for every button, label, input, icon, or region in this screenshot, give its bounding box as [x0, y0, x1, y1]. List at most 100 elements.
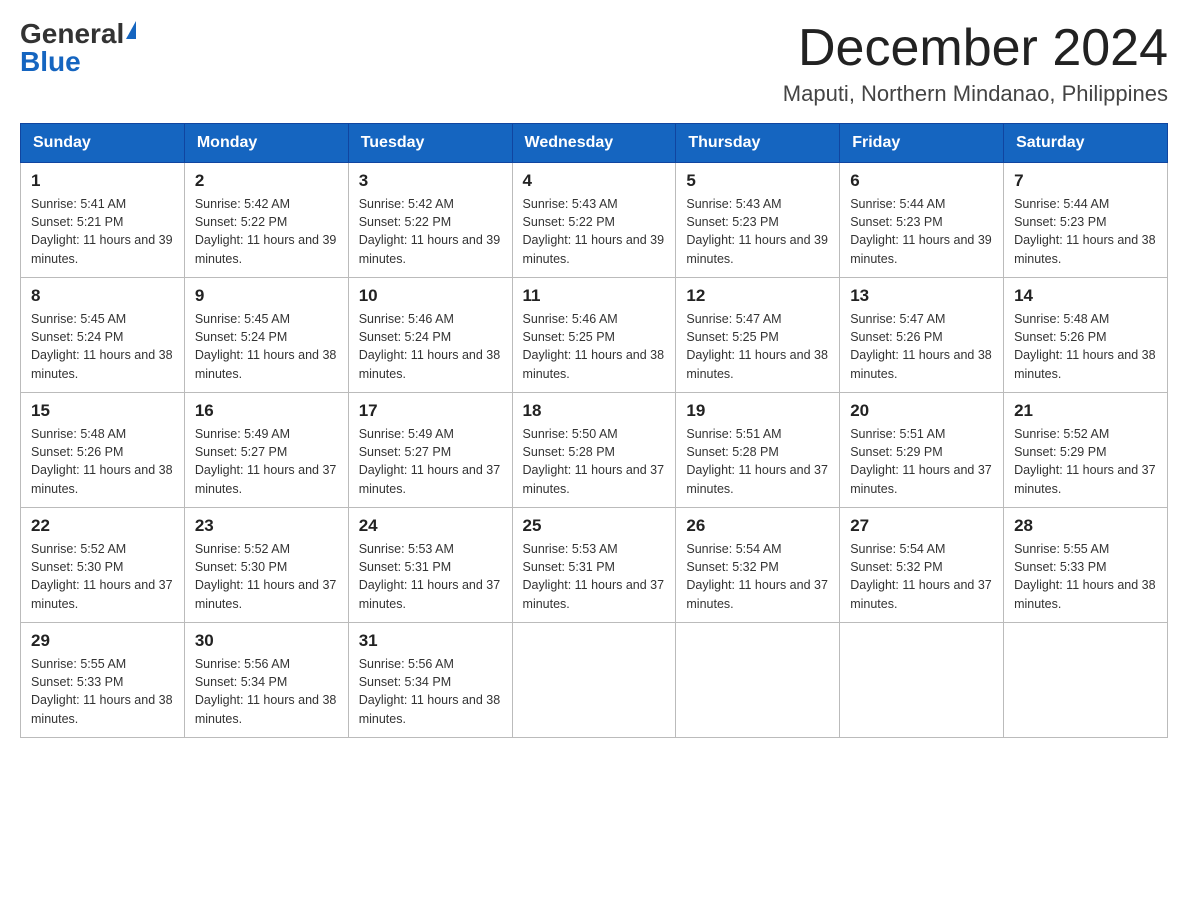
day-info-12: Sunrise: 5:47 AMSunset: 5:25 PMDaylight:… [686, 310, 829, 383]
logo: General Blue [20, 20, 136, 76]
day-number-10: 10 [359, 286, 502, 306]
day-number-24: 24 [359, 516, 502, 536]
day-cell-31: 31 Sunrise: 5:56 AMSunset: 5:34 PMDayligh… [348, 623, 512, 738]
day-cell-11: 11 Sunrise: 5:46 AMSunset: 5:25 PMDayligh… [512, 278, 676, 393]
day-info-5: Sunrise: 5:43 AMSunset: 5:23 PMDaylight:… [686, 195, 829, 268]
day-number-5: 5 [686, 171, 829, 191]
weekday-header-thursday: Thursday [676, 124, 840, 163]
day-number-15: 15 [31, 401, 174, 421]
day-info-6: Sunrise: 5:44 AMSunset: 5:23 PMDaylight:… [850, 195, 993, 268]
day-info-26: Sunrise: 5:54 AMSunset: 5:32 PMDaylight:… [686, 540, 829, 613]
day-info-9: Sunrise: 5:45 AMSunset: 5:24 PMDaylight:… [195, 310, 338, 383]
day-number-3: 3 [359, 171, 502, 191]
day-info-14: Sunrise: 5:48 AMSunset: 5:26 PMDaylight:… [1014, 310, 1157, 383]
day-number-19: 19 [686, 401, 829, 421]
day-cell-29: 29 Sunrise: 5:55 AMSunset: 5:33 PMDayligh… [21, 623, 185, 738]
day-cell-18: 18 Sunrise: 5:50 AMSunset: 5:28 PMDayligh… [512, 393, 676, 508]
day-number-11: 11 [523, 286, 666, 306]
weekday-header-friday: Friday [840, 124, 1004, 163]
month-title: December 2024 [783, 20, 1168, 77]
day-cell-13: 13Sunrise: 5:47 AMSunset: 5:26 PMDayligh… [840, 278, 1004, 393]
day-info-11: Sunrise: 5:46 AMSunset: 5:25 PMDaylight:… [523, 310, 666, 383]
day-cell-20: 20Sunrise: 5:51 AMSunset: 5:29 PMDayligh… [840, 393, 1004, 508]
day-cell-24: 24 Sunrise: 5:53 AMSunset: 5:31 PMDayligh… [348, 508, 512, 623]
day-cell-22: 22 Sunrise: 5:52 AMSunset: 5:30 PMDayligh… [21, 508, 185, 623]
day-number-2: 2 [195, 171, 338, 191]
day-number-26: 26 [686, 516, 829, 536]
day-info-30: Sunrise: 5:56 AMSunset: 5:34 PMDaylight:… [195, 655, 338, 728]
logo-general-text: General [20, 20, 124, 48]
day-cell-14: 14 Sunrise: 5:48 AMSunset: 5:26 PMDayligh… [1004, 278, 1168, 393]
location-text: Maputi, Northern Mindanao, Philippines [783, 81, 1168, 107]
day-info-21: Sunrise: 5:52 AMSunset: 5:29 PMDaylight:… [1014, 425, 1157, 498]
day-info-8: Sunrise: 5:45 AMSunset: 5:24 PMDaylight:… [31, 310, 174, 383]
day-number-12: 12 [686, 286, 829, 306]
empty-cell-w4-4 [676, 623, 840, 738]
day-cell-21: 21 Sunrise: 5:52 AMSunset: 5:29 PMDayligh… [1004, 393, 1168, 508]
day-cell-17: 17 Sunrise: 5:49 AMSunset: 5:27 PMDayligh… [348, 393, 512, 508]
day-number-4: 4 [523, 171, 666, 191]
day-info-18: Sunrise: 5:50 AMSunset: 5:28 PMDaylight:… [523, 425, 666, 498]
day-info-19: Sunrise: 5:51 AMSunset: 5:28 PMDaylight:… [686, 425, 829, 498]
day-cell-8: 8Sunrise: 5:45 AMSunset: 5:24 PMDaylight… [21, 278, 185, 393]
day-number-31: 31 [359, 631, 502, 651]
title-section: December 2024 Maputi, Northern Mindanao,… [783, 20, 1168, 107]
day-cell-16: 16Sunrise: 5:49 AMSunset: 5:27 PMDayligh… [184, 393, 348, 508]
weekday-header-saturday: Saturday [1004, 124, 1168, 163]
week-row-3: 15Sunrise: 5:48 AMSunset: 5:26 PMDayligh… [21, 393, 1168, 508]
day-number-6: 6 [850, 171, 993, 191]
day-number-21: 21 [1014, 401, 1157, 421]
day-info-24: Sunrise: 5:53 AMSunset: 5:31 PMDaylight:… [359, 540, 502, 613]
day-cell-6: 6 Sunrise: 5:44 AMSunset: 5:23 PMDaylight… [840, 163, 1004, 278]
empty-cell-w4-3 [512, 623, 676, 738]
day-cell-30: 30 Sunrise: 5:56 AMSunset: 5:34 PMDayligh… [184, 623, 348, 738]
day-cell-12: 12 Sunrise: 5:47 AMSunset: 5:25 PMDayligh… [676, 278, 840, 393]
day-number-28: 28 [1014, 516, 1157, 536]
weekday-header-monday: Monday [184, 124, 348, 163]
day-cell-27: 27Sunrise: 5:54 AMSunset: 5:32 PMDayligh… [840, 508, 1004, 623]
day-info-20: Sunrise: 5:51 AMSunset: 5:29 PMDaylight:… [850, 425, 993, 498]
weekday-header-sunday: Sunday [21, 124, 185, 163]
day-cell-15: 15Sunrise: 5:48 AMSunset: 5:26 PMDayligh… [21, 393, 185, 508]
day-info-25: Sunrise: 5:53 AMSunset: 5:31 PMDaylight:… [523, 540, 666, 613]
day-cell-1: 1 Sunrise: 5:41 AMSunset: 5:21 PMDaylight… [21, 163, 185, 278]
day-cell-9: 9Sunrise: 5:45 AMSunset: 5:24 PMDaylight… [184, 278, 348, 393]
day-info-31: Sunrise: 5:56 AMSunset: 5:34 PMDaylight:… [359, 655, 502, 728]
day-number-14: 14 [1014, 286, 1157, 306]
logo-triangle-icon [126, 21, 136, 39]
day-info-3: Sunrise: 5:42 AMSunset: 5:22 PMDaylight:… [359, 195, 502, 268]
day-cell-2: 2 Sunrise: 5:42 AMSunset: 5:22 PMDaylight… [184, 163, 348, 278]
week-row-5: 29 Sunrise: 5:55 AMSunset: 5:33 PMDayligh… [21, 623, 1168, 738]
day-info-1: Sunrise: 5:41 AMSunset: 5:21 PMDaylight:… [31, 195, 174, 268]
day-cell-23: 23Sunrise: 5:52 AMSunset: 5:30 PMDayligh… [184, 508, 348, 623]
day-info-27: Sunrise: 5:54 AMSunset: 5:32 PMDaylight:… [850, 540, 993, 613]
day-info-4: Sunrise: 5:43 AMSunset: 5:22 PMDaylight:… [523, 195, 666, 268]
day-number-7: 7 [1014, 171, 1157, 191]
week-row-2: 8Sunrise: 5:45 AMSunset: 5:24 PMDaylight… [21, 278, 1168, 393]
day-info-13: Sunrise: 5:47 AMSunset: 5:26 PMDaylight:… [850, 310, 993, 383]
weekday-header-row: SundayMondayTuesdayWednesdayThursdayFrid… [21, 124, 1168, 163]
day-number-1: 1 [31, 171, 174, 191]
day-info-17: Sunrise: 5:49 AMSunset: 5:27 PMDaylight:… [359, 425, 502, 498]
weekday-header-wednesday: Wednesday [512, 124, 676, 163]
day-cell-26: 26 Sunrise: 5:54 AMSunset: 5:32 PMDayligh… [676, 508, 840, 623]
day-info-29: Sunrise: 5:55 AMSunset: 5:33 PMDaylight:… [31, 655, 174, 728]
day-number-17: 17 [359, 401, 502, 421]
day-info-16: Sunrise: 5:49 AMSunset: 5:27 PMDaylight:… [195, 425, 338, 498]
day-cell-3: 3 Sunrise: 5:42 AMSunset: 5:22 PMDaylight… [348, 163, 512, 278]
day-number-25: 25 [523, 516, 666, 536]
day-info-10: Sunrise: 5:46 AMSunset: 5:24 PMDaylight:… [359, 310, 502, 383]
day-info-23: Sunrise: 5:52 AMSunset: 5:30 PMDaylight:… [195, 540, 338, 613]
day-info-22: Sunrise: 5:52 AMSunset: 5:30 PMDaylight:… [31, 540, 174, 613]
empty-cell-w4-6 [1004, 623, 1168, 738]
page-header: General Blue December 2024 Maputi, North… [20, 20, 1168, 107]
day-cell-5: 5 Sunrise: 5:43 AMSunset: 5:23 PMDaylight… [676, 163, 840, 278]
day-number-18: 18 [523, 401, 666, 421]
weekday-header-tuesday: Tuesday [348, 124, 512, 163]
day-number-22: 22 [31, 516, 174, 536]
day-number-30: 30 [195, 631, 338, 651]
week-row-1: 1 Sunrise: 5:41 AMSunset: 5:21 PMDaylight… [21, 163, 1168, 278]
day-info-2: Sunrise: 5:42 AMSunset: 5:22 PMDaylight:… [195, 195, 338, 268]
day-number-29: 29 [31, 631, 174, 651]
day-cell-28: 28Sunrise: 5:55 AMSunset: 5:33 PMDayligh… [1004, 508, 1168, 623]
